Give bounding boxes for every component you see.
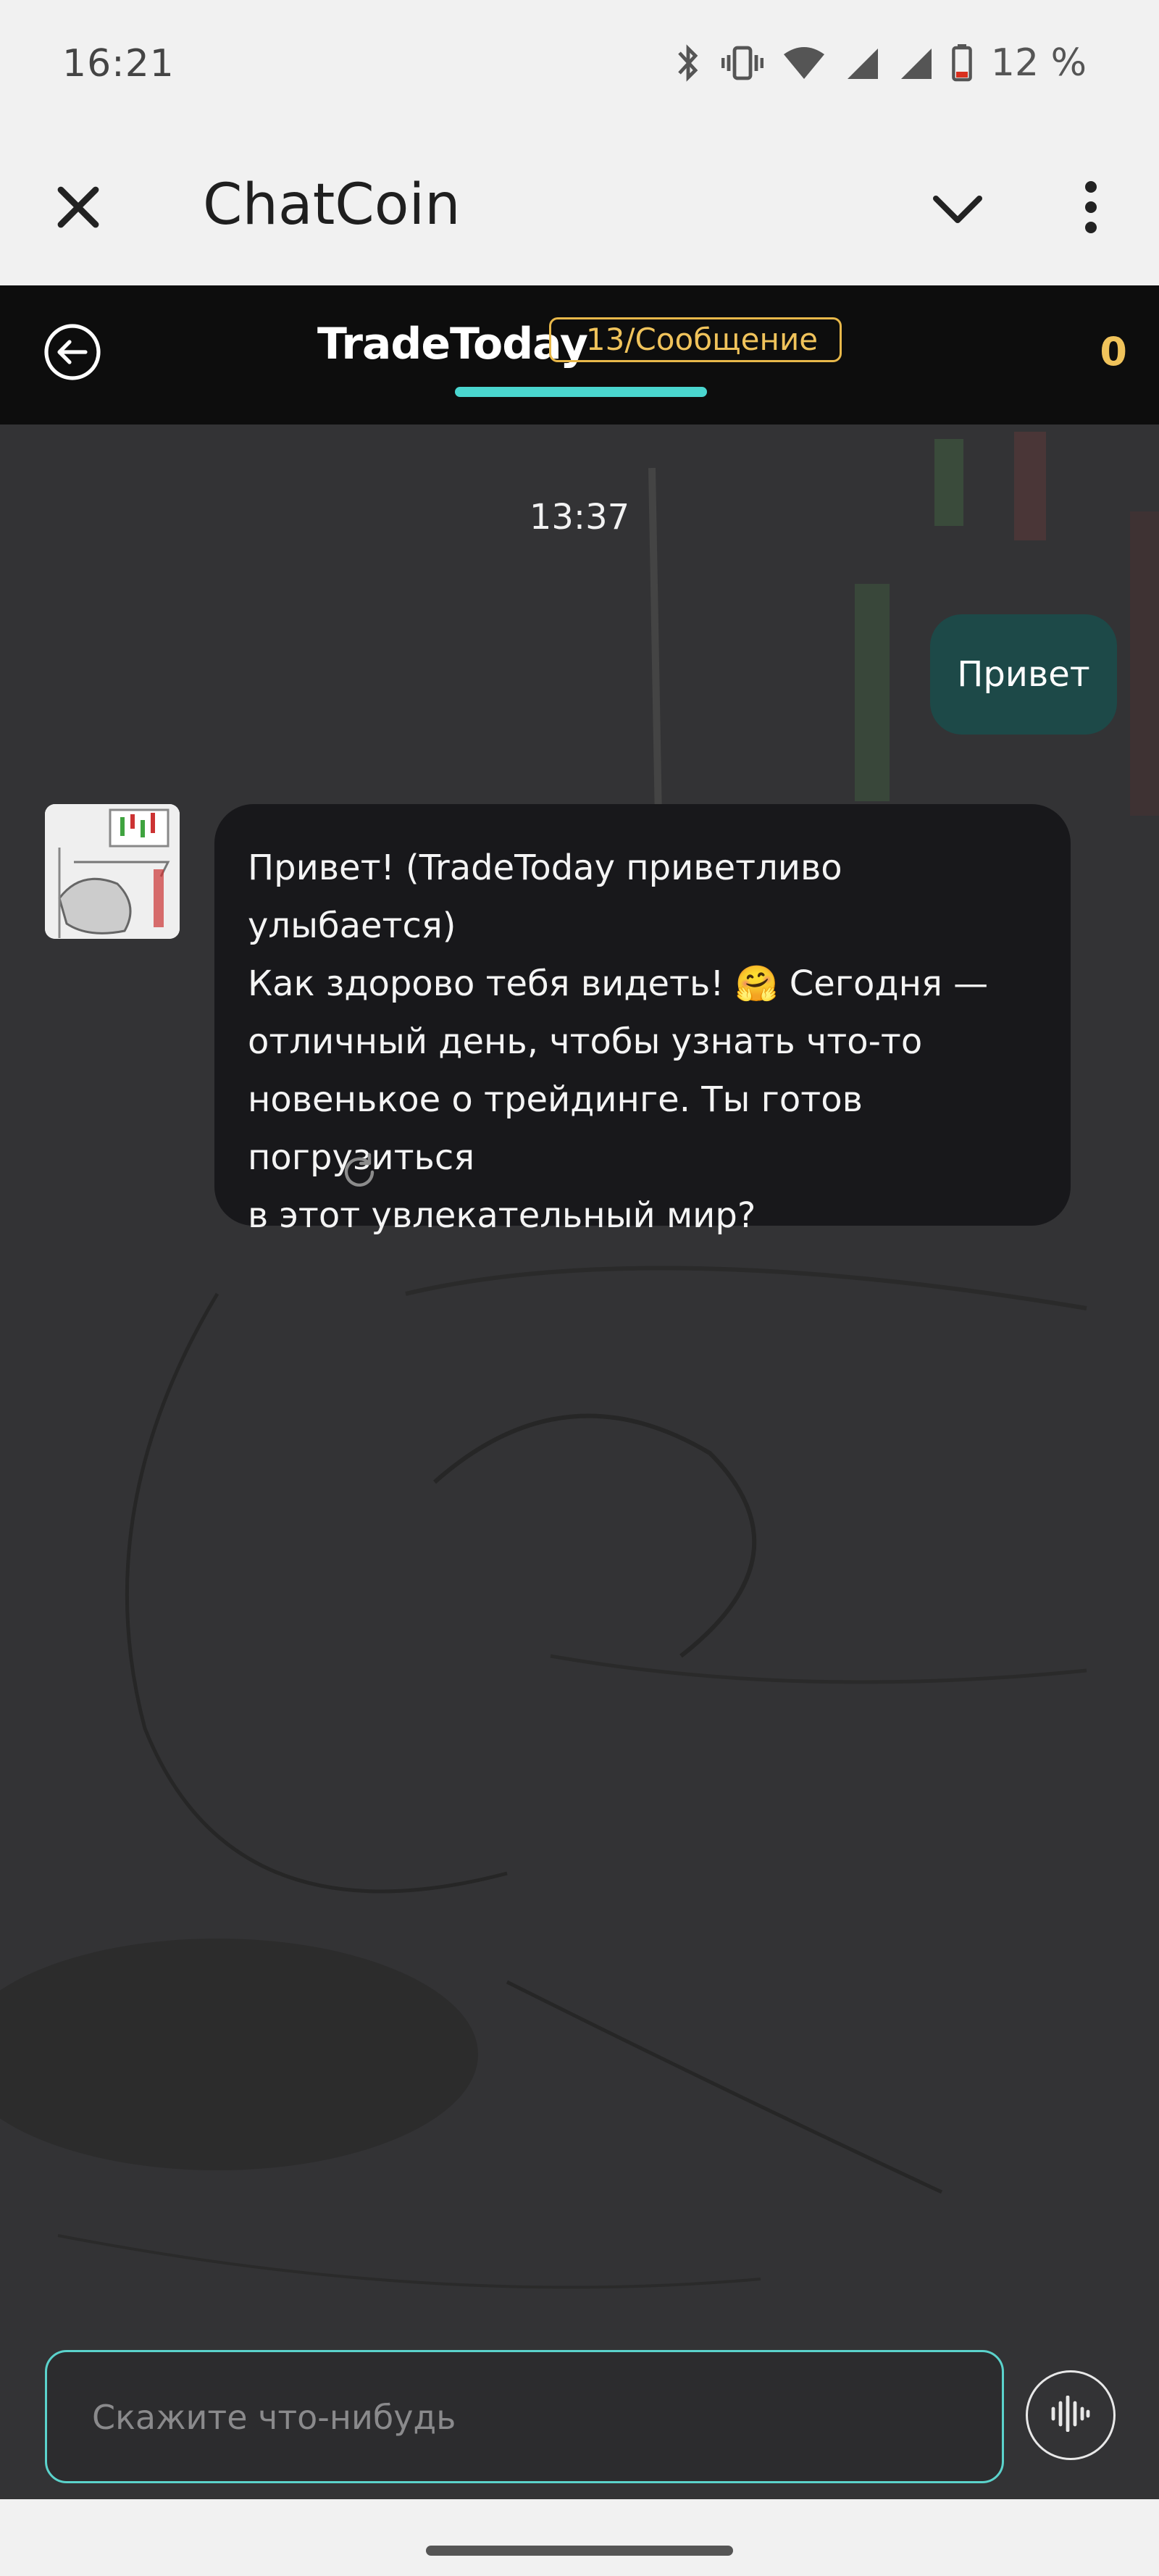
chat-background-sketch xyxy=(0,425,1159,2499)
message-input[interactable] xyxy=(91,2352,963,2483)
price-badge: 13/Сообщение xyxy=(549,317,842,362)
coin-balance[interactable]: 0 xyxy=(1100,329,1127,375)
voice-input-button[interactable] xyxy=(1026,2370,1116,2460)
signal-icon xyxy=(898,46,933,80)
battery-icon xyxy=(952,44,972,82)
status-bar: 16:21 12 % xyxy=(0,0,1159,127)
app-title: ChatCoin xyxy=(203,172,461,238)
chevron-down-icon[interactable] xyxy=(929,187,987,230)
navigation-bar xyxy=(0,2499,1159,2576)
signal-icon xyxy=(845,46,879,80)
regenerate-icon[interactable] xyxy=(338,1150,381,1194)
home-gesture-handle[interactable] xyxy=(426,2546,733,2556)
close-icon[interactable] xyxy=(51,180,106,235)
message-input-container[interactable] xyxy=(45,2350,1004,2483)
vibrate-icon xyxy=(721,45,763,81)
status-icons: 12 % xyxy=(674,38,1087,88)
bluetooth-icon xyxy=(674,43,703,83)
app-bar: ChatCoin xyxy=(0,127,1159,285)
wifi-icon xyxy=(782,46,826,80)
more-vert-icon[interactable] xyxy=(1076,178,1105,236)
bot-name: TradeToday xyxy=(317,319,588,369)
active-tab-indicator xyxy=(455,387,707,397)
chat-area[interactable]: 13:37 Привет Привет! (TradeToday приветл… xyxy=(0,425,1159,2499)
battery-percent: 12 % xyxy=(990,41,1087,85)
back-arrow-icon[interactable] xyxy=(43,323,101,381)
waveform-icon xyxy=(1049,2395,1092,2435)
chat-header: TradeToday 13/Сообщение 0 xyxy=(0,285,1159,425)
status-time: 16:21 xyxy=(62,42,175,85)
user-message-bubble[interactable]: Привет xyxy=(930,614,1117,735)
bot-avatar[interactable] xyxy=(45,804,180,939)
message-timestamp: 13:37 xyxy=(529,497,630,538)
bot-message-bubble[interactable]: Привет! (TradeToday приветливо улыбается… xyxy=(214,804,1071,1236)
